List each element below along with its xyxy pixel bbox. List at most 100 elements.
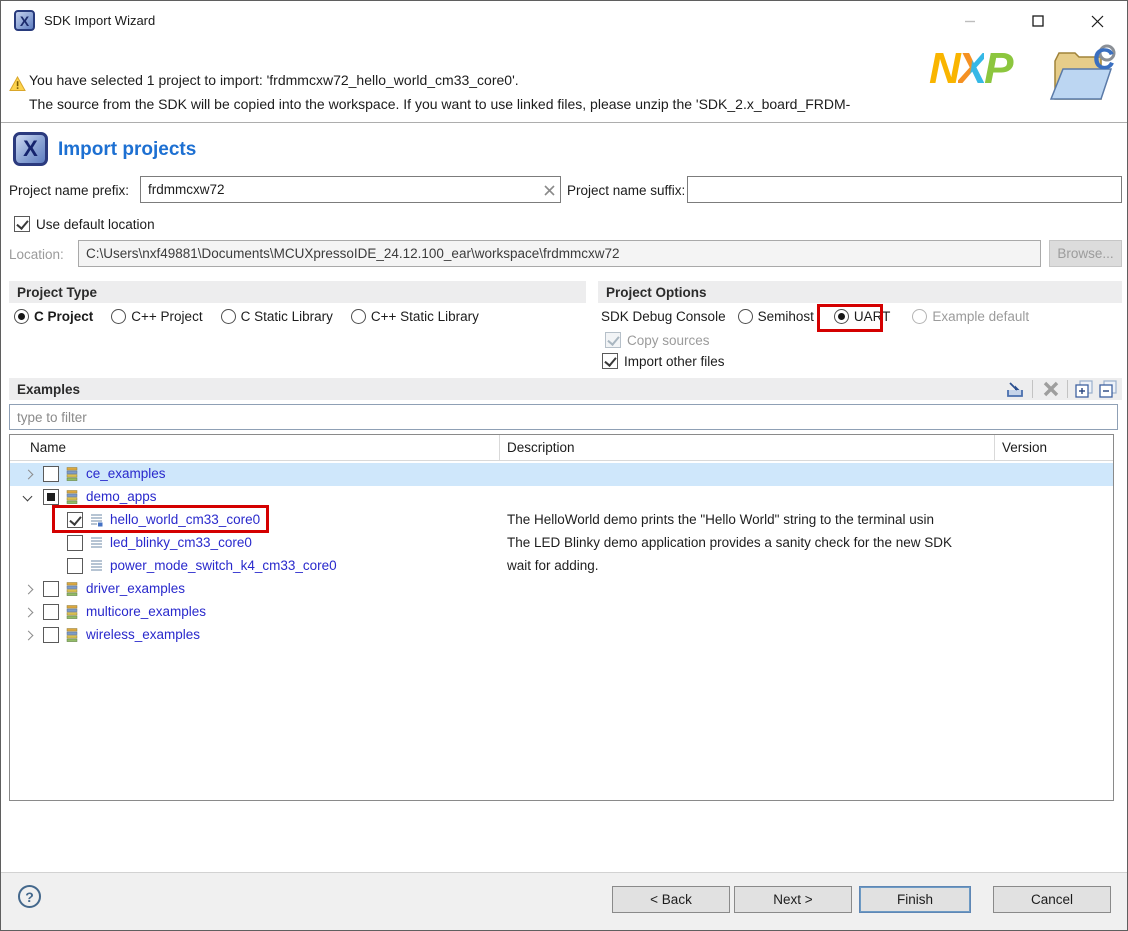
category-icon bbox=[66, 628, 78, 646]
minimize-button[interactable] bbox=[951, 1, 989, 41]
chevron-right-icon[interactable] bbox=[24, 585, 34, 595]
collapse-all-icon bbox=[1099, 380, 1117, 398]
import-other-files-label: Import other files bbox=[624, 354, 725, 369]
column-header-version[interactable]: Version bbox=[1002, 440, 1047, 455]
tree-row-driver-examples[interactable]: driver_examples bbox=[10, 578, 1113, 601]
toolbar-separator bbox=[1032, 380, 1033, 398]
mcuxpresso-app-icon: X bbox=[14, 10, 35, 31]
radio-cpp-static-library[interactable] bbox=[351, 309, 366, 324]
row-description: The LED Blinky demo application provides… bbox=[507, 535, 992, 550]
warning-icon bbox=[9, 76, 26, 95]
category-icon bbox=[66, 582, 78, 600]
column-header-name[interactable]: Name bbox=[30, 440, 66, 455]
c-static-library-label: C Static Library bbox=[241, 309, 333, 324]
clear-prefix-icon[interactable] bbox=[541, 182, 557, 198]
finish-button[interactable]: Finish bbox=[859, 886, 971, 913]
sdk-debug-console-label: SDK Debug Console bbox=[601, 309, 726, 324]
examples-header: Examples bbox=[9, 378, 1122, 400]
radio-cpp-project[interactable] bbox=[111, 309, 126, 324]
browse-button[interactable]: Browse... bbox=[1049, 240, 1122, 267]
radio-uart[interactable] bbox=[834, 309, 849, 324]
svg-text:C: C bbox=[1093, 43, 1115, 76]
title-bar: X SDK Import Wizard bbox=[1, 1, 1127, 41]
nxp-logo: NXP bbox=[929, 47, 1011, 91]
import-example-archive-button[interactable] bbox=[1003, 379, 1027, 399]
uart-label: UART bbox=[854, 309, 891, 324]
row-description: wait for adding. bbox=[507, 558, 992, 573]
window-title: SDK Import Wizard bbox=[44, 13, 155, 28]
tree-item-label: led_blinky_cm33_core0 bbox=[110, 535, 252, 550]
nxp-letter-n: N bbox=[929, 44, 958, 93]
use-default-location-row[interactable]: Use default location bbox=[14, 216, 155, 232]
suffix-label: Project name suffix: bbox=[567, 183, 685, 198]
app-icon-letter: X bbox=[20, 13, 29, 29]
row-checkbox[interactable] bbox=[67, 558, 83, 574]
location-input[interactable]: C:\Users\nxf49881\Documents\MCUXpressoID… bbox=[78, 240, 1041, 267]
tree-row-led-blinky-cm33-core0[interactable]: led_blinky_cm33_core0 The LED Blinky dem… bbox=[10, 532, 1113, 555]
row-checkbox[interactable] bbox=[67, 512, 83, 528]
import-other-files-checkbox[interactable] bbox=[602, 353, 618, 369]
import-other-files-row[interactable]: Import other files bbox=[602, 353, 725, 369]
maximize-button[interactable] bbox=[1019, 1, 1057, 41]
sdk-folder-icon: C bbox=[1049, 43, 1121, 110]
radio-c-static-library[interactable] bbox=[221, 309, 236, 324]
help-button[interactable]: ? bbox=[18, 885, 41, 908]
chevron-right-icon[interactable] bbox=[24, 470, 34, 480]
use-default-location-checkbox[interactable] bbox=[14, 216, 30, 232]
examples-filter-input[interactable] bbox=[9, 404, 1118, 430]
example-default-label: Example default bbox=[932, 309, 1029, 324]
back-button[interactable]: < Back bbox=[612, 886, 730, 913]
import-tray-icon bbox=[1005, 381, 1025, 398]
close-button[interactable] bbox=[1078, 1, 1116, 41]
next-button[interactable]: Next > bbox=[734, 886, 852, 913]
chevron-right-icon[interactable] bbox=[24, 608, 34, 618]
radio-semihost[interactable] bbox=[738, 309, 753, 324]
use-default-location-label: Use default location bbox=[36, 217, 155, 232]
row-checkbox[interactable] bbox=[43, 489, 59, 505]
cancel-button[interactable]: Cancel bbox=[993, 886, 1111, 913]
prefix-input[interactable] bbox=[140, 176, 561, 203]
row-description: The HelloWorld demo prints the "Hello Wo… bbox=[507, 512, 992, 527]
c-project-label: C Project bbox=[34, 309, 93, 324]
sdk-debug-console-row: SDK Debug Console Semihost UART Example … bbox=[601, 309, 1029, 324]
row-checkbox[interactable] bbox=[43, 604, 59, 620]
clear-selection-button[interactable] bbox=[1039, 379, 1063, 399]
tree-row-multicore-examples[interactable]: multicore_examples bbox=[10, 601, 1113, 624]
column-resizer[interactable] bbox=[499, 435, 500, 461]
toolbar-separator bbox=[1067, 380, 1068, 398]
row-checkbox[interactable] bbox=[43, 581, 59, 597]
location-label: Location: bbox=[9, 247, 64, 262]
radio-c-project[interactable] bbox=[14, 309, 29, 324]
category-icon bbox=[66, 490, 78, 508]
chevron-right-icon[interactable] bbox=[24, 631, 34, 641]
examples-table: Name Description Version ce_examples bbox=[9, 434, 1114, 801]
copy-sources-checkbox[interactable] bbox=[605, 332, 621, 348]
chevron-down-icon[interactable] bbox=[23, 493, 33, 503]
example-icon bbox=[90, 513, 103, 531]
tree-item-label: ce_examples bbox=[86, 466, 166, 481]
column-resizer[interactable] bbox=[994, 435, 995, 461]
warning-message-line2: The source from the SDK will be copied i… bbox=[29, 96, 850, 112]
maximize-icon bbox=[1032, 15, 1044, 27]
tree-row-ce-examples[interactable]: ce_examples bbox=[10, 463, 1113, 486]
row-checkbox[interactable] bbox=[67, 535, 83, 551]
prefix-label: Project name prefix: bbox=[9, 183, 129, 198]
row-checkbox[interactable] bbox=[43, 466, 59, 482]
tree-item-label: driver_examples bbox=[86, 581, 185, 596]
cpp-static-library-label: C++ Static Library bbox=[371, 309, 479, 324]
category-icon bbox=[66, 605, 78, 623]
collapse-all-button[interactable] bbox=[1096, 379, 1120, 399]
row-checkbox[interactable] bbox=[43, 627, 59, 643]
minimize-icon bbox=[964, 15, 976, 27]
table-header-row: Name Description Version bbox=[10, 435, 1113, 461]
tree-row-demo-apps[interactable]: demo_apps bbox=[10, 486, 1113, 509]
suffix-input[interactable] bbox=[687, 176, 1122, 203]
column-header-description[interactable]: Description bbox=[507, 440, 575, 455]
tree-row-hello-world-cm33-core0[interactable]: hello_world_cm33_core0 The HelloWorld de… bbox=[10, 509, 1113, 532]
radio-example-default[interactable] bbox=[912, 309, 927, 324]
tree-row-wireless-examples[interactable]: wireless_examples bbox=[10, 624, 1113, 647]
sdk-import-wizard-dialog: X SDK Import Wizard You have selected 1 … bbox=[0, 0, 1128, 931]
close-icon bbox=[1091, 15, 1104, 28]
tree-row-power-mode-switch-k4-cm33-core0[interactable]: power_mode_switch_k4_cm33_core0 wait for… bbox=[10, 555, 1113, 578]
expand-all-button[interactable] bbox=[1072, 379, 1096, 399]
